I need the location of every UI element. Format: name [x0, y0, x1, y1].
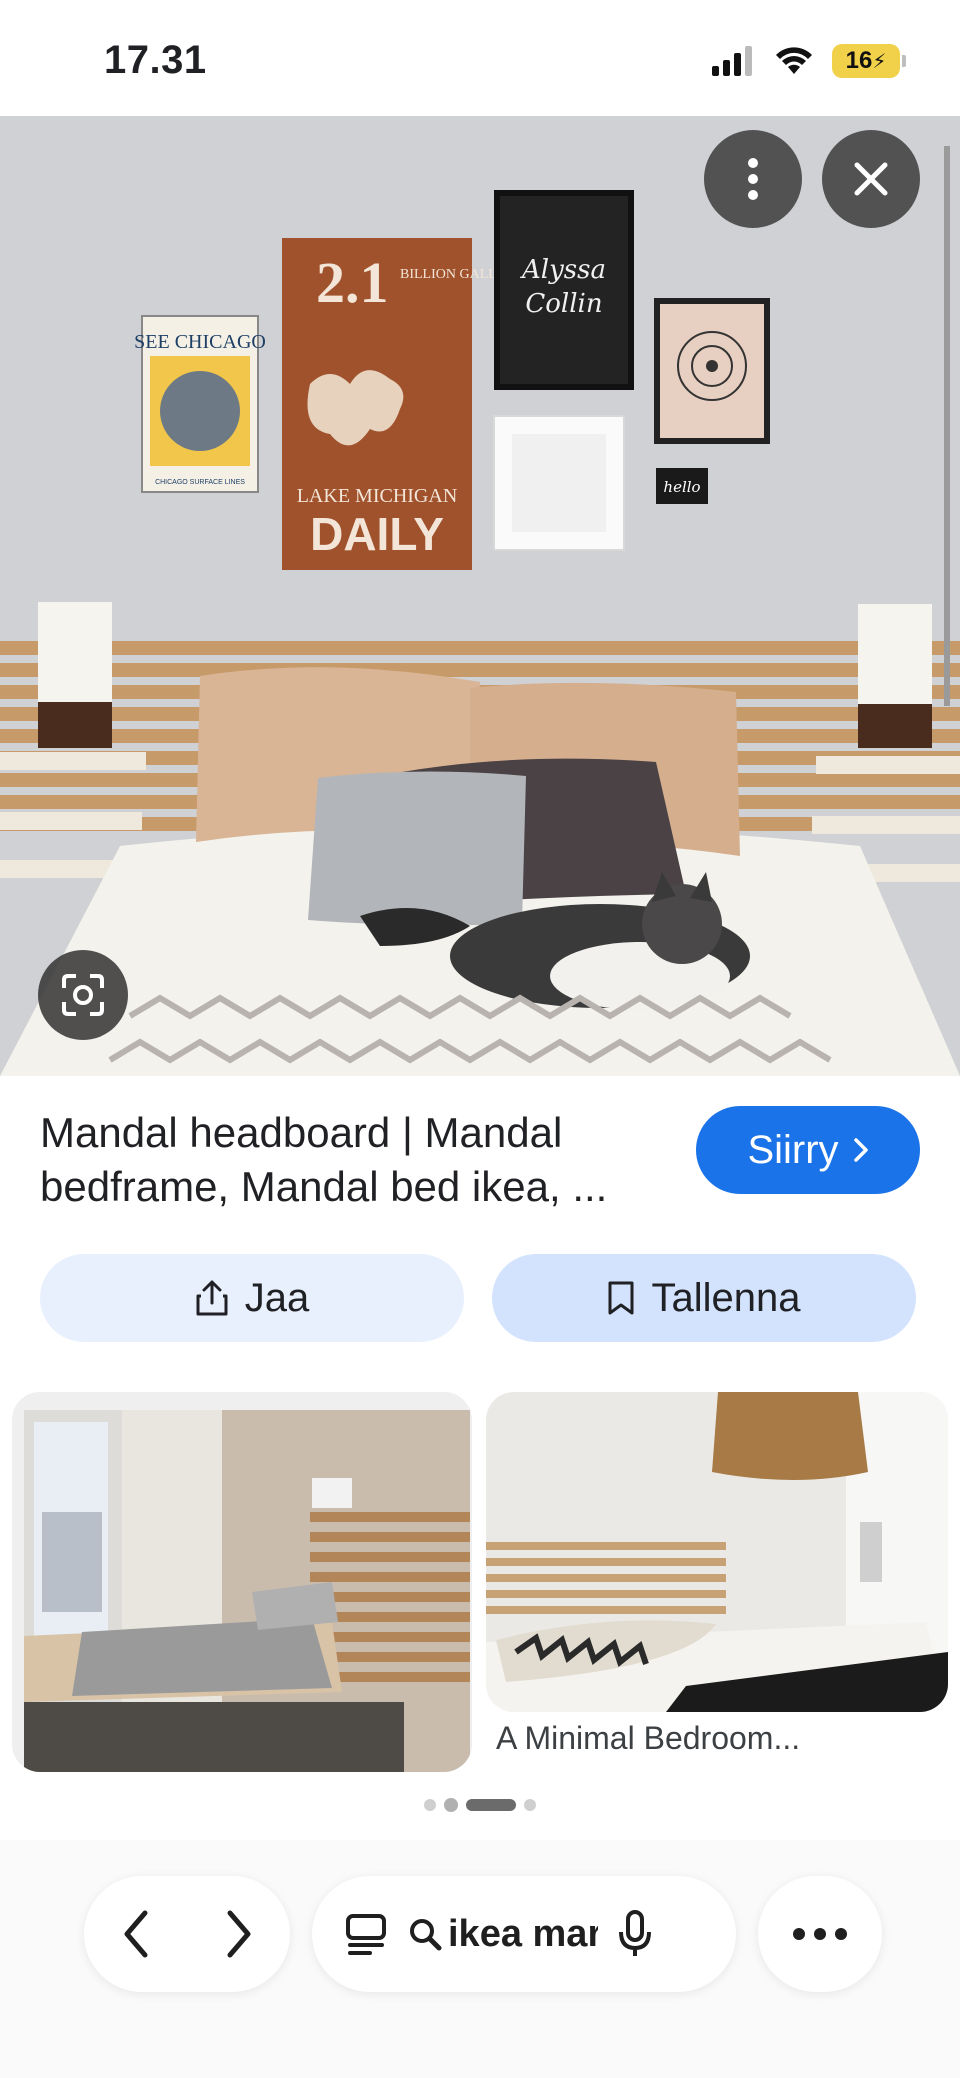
lens-button[interactable]	[38, 950, 128, 1040]
signal-icon	[712, 46, 752, 76]
forward-button[interactable]	[224, 1909, 254, 1959]
poster-2-daily: DAILY	[310, 508, 444, 560]
pager-dot	[424, 1799, 436, 1811]
close-icon	[854, 162, 888, 196]
microphone-icon[interactable]	[618, 1910, 652, 1958]
more-menu-button[interactable]	[758, 1876, 882, 1992]
poster-see-chicago: SEE CHICAGO	[134, 331, 266, 353]
poster-3-name1: Alyssa	[520, 255, 606, 285]
poster-2-number: 2.1	[316, 250, 389, 315]
more-vertical-icon	[748, 158, 758, 200]
search-icon	[410, 1919, 442, 1951]
related-image-left-illustration	[12, 1392, 472, 1772]
status-time: 17.31	[104, 38, 207, 82]
visit-button-label: Siirry	[747, 1127, 839, 1172]
poster-3-name2: Collin	[525, 289, 602, 319]
navigation-pill	[84, 1876, 290, 1992]
hero-illustration: SEE CHICAGO CHICAGO SURFACE LINES 2.1 BI…	[0, 116, 960, 1076]
lens-icon	[62, 974, 104, 1016]
share-button[interactable]: Jaa	[40, 1254, 464, 1342]
tabs-icon[interactable]	[344, 1912, 388, 1956]
poster-2-lake: LAKE MICHIGAN	[297, 485, 458, 507]
save-button[interactable]: Tallenna	[492, 1254, 916, 1342]
pager-dot-active	[466, 1799, 516, 1811]
related-caption-right[interactable]: A Minimal Bedroom...	[496, 1720, 800, 1757]
result-title[interactable]: Mandal headboard | Mandal bedframe, Mand…	[40, 1106, 680, 1214]
bookmark-icon	[608, 1281, 634, 1315]
chevron-left-icon	[124, 1910, 147, 1958]
back-button[interactable]	[121, 1909, 151, 1959]
battery-indicator: 16 ⚡	[832, 44, 906, 78]
wifi-icon	[776, 47, 812, 74]
pager-dot	[444, 1798, 458, 1812]
related-image-left[interactable]	[12, 1392, 472, 1772]
related-image-right[interactable]	[486, 1392, 948, 1712]
status-bar: 17.31 16 ⚡	[0, 0, 960, 116]
poster-see-chicago-sub: CHICAGO SURFACE LINES	[155, 479, 245, 486]
battery-level: 16	[845, 47, 873, 74]
pager-dot	[524, 1799, 536, 1811]
status-icons: 16 ⚡	[712, 44, 906, 78]
more-options-button[interactable]	[704, 130, 802, 228]
search-pill[interactable]: ikea mar	[312, 1876, 736, 1992]
pager-dots	[0, 1798, 960, 1812]
more-horizontal-icon	[793, 1928, 847, 1940]
chevron-right-icon	[853, 1138, 868, 1162]
charging-icon: ⚡	[872, 50, 887, 73]
visit-button[interactable]: Siirry	[696, 1106, 920, 1194]
save-label: Tallenna	[651, 1275, 801, 1320]
chevron-right-icon	[227, 1910, 250, 1958]
sign-hello: hello	[663, 478, 700, 496]
close-button[interactable]	[822, 130, 920, 228]
search-query[interactable]: ikea mar	[448, 1913, 598, 1956]
share-icon	[196, 1280, 228, 1316]
share-label: Jaa	[244, 1275, 310, 1320]
related-image-right-illustration	[486, 1392, 948, 1712]
hero-image[interactable]: SEE CHICAGO CHICAGO SURFACE LINES 2.1 BI…	[0, 116, 960, 1076]
